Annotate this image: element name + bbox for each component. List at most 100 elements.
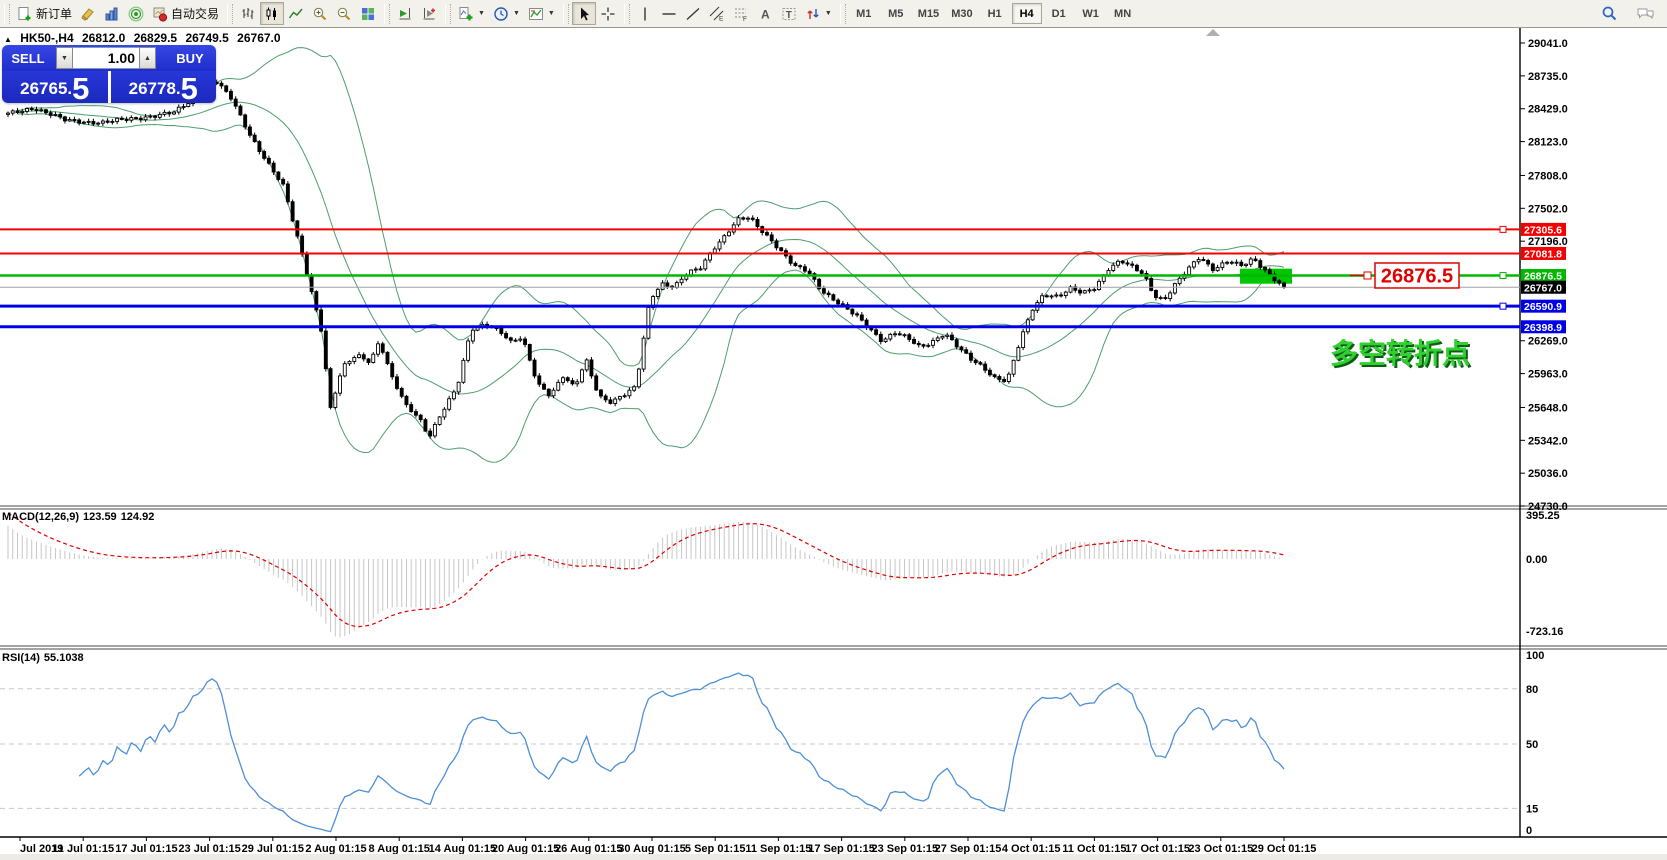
rsi-value: 55.1038 <box>44 652 84 664</box>
chart-high: 26829.5 <box>134 31 177 45</box>
svg-text:80: 80 <box>1526 684 1538 696</box>
svg-text:27081.8: 27081.8 <box>1524 248 1562 260</box>
price-axis[interactable]: 29041.028735.028429.028123.027808.027502… <box>1520 38 1568 837</box>
svg-text:E: E <box>719 15 724 22</box>
line-chart-button[interactable] <box>284 2 308 25</box>
mt4-window: 新订单 自动交易 <box>0 0 1667 860</box>
timeframe-button-MN[interactable]: MN <box>1108 3 1138 24</box>
trendline-button[interactable] <box>681 2 705 25</box>
cursor-button[interactable] <box>572 2 596 25</box>
chat-button[interactable] <box>1632 2 1659 25</box>
auto-scroll-icon <box>397 6 413 22</box>
buy-price[interactable]: 26778.5 <box>111 71 217 103</box>
one-click-trading-panel: SELL ▼ ▲ BUY 26765.5 26778.5 <box>2 45 216 103</box>
svg-text:26398.9: 26398.9 <box>1524 322 1562 334</box>
chart-low: 26749.5 <box>185 31 228 45</box>
crosshair-button[interactable] <box>596 2 620 25</box>
tile-windows-button[interactable] <box>356 2 380 25</box>
fibonacci-button[interactable]: F <box>729 2 753 25</box>
search-icon <box>1601 5 1618 22</box>
bar-chart-button[interactable] <box>236 2 260 25</box>
vertical-line-button[interactable] <box>633 2 657 25</box>
sell-price[interactable]: 26765.5 <box>2 71 108 103</box>
candlestick-chart-button[interactable] <box>260 2 284 25</box>
templates-button[interactable]: ▼ <box>524 2 559 25</box>
auto-scroll-button[interactable] <box>393 2 417 25</box>
arrows-button[interactable]: ▼ <box>801 2 836 25</box>
horizontal-line-icon <box>661 6 677 22</box>
horizontal-price-lines[interactable]: 27305.627081.826876.526767.026590.926398… <box>0 223 1566 334</box>
timeframe-button-M30[interactable]: M30 <box>946 3 977 24</box>
arrows-icon <box>805 6 821 22</box>
chart-shift-marker[interactable] <box>1206 29 1220 36</box>
volume-input[interactable] <box>73 47 139 69</box>
text-label-button[interactable]: T <box>777 2 801 25</box>
timeframe-button-H1[interactable]: H1 <box>980 3 1010 24</box>
market-watch-icon <box>80 6 96 22</box>
svg-text:25648.0: 25648.0 <box>1528 402 1568 414</box>
toolbar-grip <box>563 4 569 24</box>
horizontal-line-button[interactable] <box>657 2 681 25</box>
toolbar-grip <box>624 4 630 24</box>
market-watch-button[interactable] <box>76 2 100 25</box>
svg-text:26767.0: 26767.0 <box>1524 282 1562 294</box>
line-handle[interactable] <box>1500 303 1506 309</box>
new-order-label: 新订单 <box>36 5 72 22</box>
tile-windows-icon <box>360 6 376 22</box>
timeframe-button-M15[interactable]: M15 <box>913 3 944 24</box>
toolbar: 新订单 自动交易 <box>0 0 1667 28</box>
timeframe-button-M5[interactable]: M5 <box>881 3 911 24</box>
svg-text:0.00: 0.00 <box>1526 554 1547 566</box>
chart-collapse-icon[interactable]: ▲ <box>4 35 12 44</box>
timeframe-button-M1[interactable]: M1 <box>849 3 879 24</box>
chart-shift-button[interactable] <box>417 2 441 25</box>
volume-control: ▼ ▲ <box>54 45 164 71</box>
zoom-in-button[interactable] <box>308 2 332 25</box>
volume-decrease-button[interactable]: ▼ <box>56 47 73 69</box>
signals-button[interactable] <box>124 2 148 25</box>
svg-text:15: 15 <box>1526 803 1538 815</box>
timeframe-button-H4[interactable]: H4 <box>1012 3 1042 24</box>
new-order-icon <box>17 6 33 22</box>
text-label-icon: T <box>781 6 797 22</box>
sell-button[interactable]: SELL <box>2 45 54 71</box>
timeframe-button-W1[interactable]: W1 <box>1076 3 1106 24</box>
chart-note-text[interactable]: 多空转折点 <box>1330 337 1470 369</box>
chart-window[interactable]: 29041.028735.028429.028123.027808.027502… <box>0 28 1667 860</box>
line-handle[interactable] <box>1500 226 1506 232</box>
svg-text:27502.0: 27502.0 <box>1528 203 1568 215</box>
time-axis[interactable]: Jul 201911 Jul 01:1517 Jul 01:1523 Jul 0… <box>20 837 1316 855</box>
svg-text:25036.0: 25036.0 <box>1528 468 1568 480</box>
trendline-icon <box>685 6 701 22</box>
svg-text:28735.0: 28735.0 <box>1528 71 1568 83</box>
periods-button[interactable]: ▼ <box>489 2 524 25</box>
svg-text:28123.0: 28123.0 <box>1528 137 1568 149</box>
candlestick-chart-icon <box>264 6 280 22</box>
autotrading-label: 自动交易 <box>171 5 219 22</box>
timeframe-button-D1[interactable]: D1 <box>1044 3 1074 24</box>
rsi-line <box>79 673 1284 832</box>
profiles-button[interactable] <box>100 2 124 25</box>
dropdown-arrow-icon: ▼ <box>825 10 832 17</box>
rsi-panel <box>0 673 1520 832</box>
autotrading-button[interactable]: 自动交易 <box>148 2 223 25</box>
price-callout[interactable]: 26876.5 <box>1350 263 1459 288</box>
new-order-button[interactable]: 新订单 <box>13 2 76 25</box>
text-button[interactable]: A <box>753 2 777 25</box>
macd-value-signal: 124.92 <box>121 511 155 523</box>
bollinger-bands <box>18 48 1285 463</box>
equidistant-channel-button[interactable]: E <box>705 2 729 25</box>
indicators-icon <box>458 6 474 22</box>
equidistant-channel-icon: E <box>709 6 725 22</box>
toolbar-grip <box>445 4 451 24</box>
line-chart-icon <box>288 6 304 22</box>
indicators-button[interactable]: ▼ <box>454 2 489 25</box>
vertical-line-icon <box>637 6 653 22</box>
zoom-out-button[interactable] <box>332 2 356 25</box>
svg-text:T: T <box>786 10 792 21</box>
buy-button[interactable]: BUY <box>164 45 216 71</box>
chart-canvas[interactable]: 29041.028735.028429.028123.027808.027502… <box>0 28 1667 860</box>
line-handle[interactable] <box>1500 272 1506 278</box>
volume-increase-button[interactable]: ▲ <box>139 47 156 69</box>
search-button[interactable] <box>1597 2 1622 25</box>
